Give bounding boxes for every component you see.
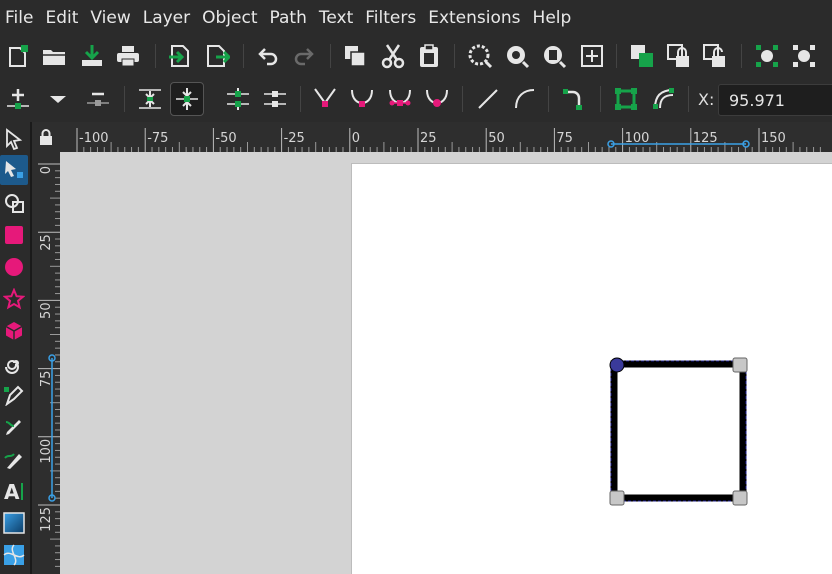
ruler-label: -75 (147, 131, 168, 146)
spiral-tool[interactable] (0, 348, 28, 378)
path-effect-icon[interactable] (560, 85, 588, 113)
delete-node-icon[interactable] (44, 85, 72, 113)
ruler-label: 125 (39, 507, 54, 532)
horizontal-ruler-scale: -100 -75 -50 -25 0 25 50 75 100 125 150 (76, 128, 821, 152)
ruler-label: 50 (488, 131, 505, 146)
menu-bar: File Edit View Layer Object Path Text Fi… (0, 0, 832, 36)
lock-icon[interactable] (665, 42, 693, 70)
vertical-ruler-scale: 0255075100125 (38, 163, 60, 567)
horizontal-ruler[interactable]: -100 -75 -50 -25 0 25 50 75 100 125 150 (60, 122, 832, 152)
join-nodes-icon[interactable] (84, 85, 112, 113)
ruler-label: 0 (39, 166, 54, 174)
redo-icon[interactable] (291, 42, 319, 70)
menu-view[interactable]: View (84, 0, 136, 36)
path-outline (610, 360, 747, 502)
toolbox: A (0, 122, 30, 574)
menu-layer[interactable]: Layer (137, 0, 196, 36)
break-path-icon[interactable] (136, 85, 164, 113)
segment-line-icon[interactable] (474, 85, 502, 113)
join-segment-icon[interactable] (170, 82, 204, 116)
zoom-center-icon[interactable] (578, 42, 606, 70)
ruler-label: 75 (556, 131, 573, 146)
print-icon[interactable] (114, 42, 142, 70)
text-tool[interactable]: A (0, 476, 28, 506)
calligraphy-tool[interactable] (0, 444, 28, 474)
stroke-to-path-icon[interactable] (650, 85, 678, 113)
svg-text:A: A (4, 480, 20, 502)
snap-nodes-icon[interactable] (753, 42, 781, 70)
ruler-corner[interactable] (32, 122, 60, 152)
ruler-label: 0 (352, 131, 360, 146)
menu-filters[interactable]: Filters (359, 0, 422, 36)
ellipse-tool[interactable] (0, 252, 28, 282)
star-tool[interactable] (0, 284, 28, 314)
menu-edit[interactable]: Edit (39, 0, 84, 36)
node-handle-bottom-left[interactable] (609, 490, 625, 506)
node-auto-icon[interactable] (386, 85, 414, 113)
ruler-label: 25 (39, 234, 54, 251)
menu-help[interactable]: Help (527, 0, 578, 36)
export-icon[interactable] (166, 42, 194, 70)
vertical-ruler[interactable]: 0 25 50 75 100 125 (32, 152, 60, 574)
ruler-label: 150 (761, 131, 786, 146)
x-coordinate-label: X: (698, 90, 715, 109)
mesh-tool[interactable] (0, 540, 28, 570)
selected-path-overlay (609, 357, 748, 506)
node-tool[interactable] (0, 155, 28, 185)
zoom-selection-icon[interactable] (466, 42, 494, 70)
node-cusp-icon[interactable] (261, 85, 289, 113)
menu-text[interactable]: Text (313, 0, 359, 36)
command-bar (0, 36, 832, 76)
selected-node-handle[interactable] (609, 357, 625, 373)
node-symmetric-icon[interactable] (348, 85, 376, 113)
ruler-label: -50 (215, 131, 236, 146)
tweak-tool[interactable] (0, 188, 28, 218)
undo-icon[interactable] (253, 42, 281, 70)
node-handle-top-right[interactable] (732, 357, 748, 373)
import-icon[interactable] (78, 42, 106, 70)
drawing-canvas[interactable] (60, 152, 832, 574)
insert-node-icon[interactable] (4, 85, 32, 113)
group-icon[interactable] (628, 42, 656, 70)
cut-icon[interactable] (379, 42, 407, 70)
node-smooth-icon[interactable] (311, 85, 339, 113)
paste-icon[interactable] (415, 42, 443, 70)
selector-tool[interactable] (0, 124, 28, 154)
ruler-label: 50 (39, 302, 54, 319)
gradient-tool[interactable] (0, 508, 28, 538)
rectangle-tool[interactable] (0, 220, 28, 250)
zoom-page-icon[interactable] (540, 42, 568, 70)
pen-tool[interactable] (0, 380, 28, 410)
square-path[interactable] (610, 360, 747, 502)
zoom-drawing-icon[interactable] (503, 42, 531, 70)
save-as-icon[interactable] (203, 42, 231, 70)
menu-object[interactable]: Object (196, 0, 263, 36)
duplicate-icon[interactable] (341, 42, 369, 70)
open-file-icon[interactable] (40, 42, 68, 70)
delete-segment-icon[interactable] (224, 85, 252, 113)
menu-path[interactable]: Path (264, 0, 313, 36)
pencil-tool[interactable] (0, 412, 28, 442)
menu-file[interactable]: File (0, 0, 39, 36)
menu-extensions[interactable]: Extensions (422, 0, 526, 36)
x-coordinate-input[interactable] (718, 84, 832, 116)
unlock-icon[interactable] (701, 42, 729, 70)
node-auto-smooth-icon[interactable] (423, 85, 451, 113)
segment-curve-icon[interactable] (511, 85, 539, 113)
node-handle-bottom-right[interactable] (732, 490, 748, 506)
lock-guides-icon[interactable] (39, 129, 53, 145)
ruler-label: -100 (79, 131, 109, 146)
object-to-path-icon[interactable] (612, 85, 640, 113)
ruler-label: 25 (420, 131, 437, 146)
snap-settings-icon[interactable] (790, 42, 818, 70)
new-document-icon[interactable] (4, 42, 32, 70)
ruler-label: -25 (284, 131, 305, 146)
box-3d-tool[interactable] (0, 316, 28, 346)
